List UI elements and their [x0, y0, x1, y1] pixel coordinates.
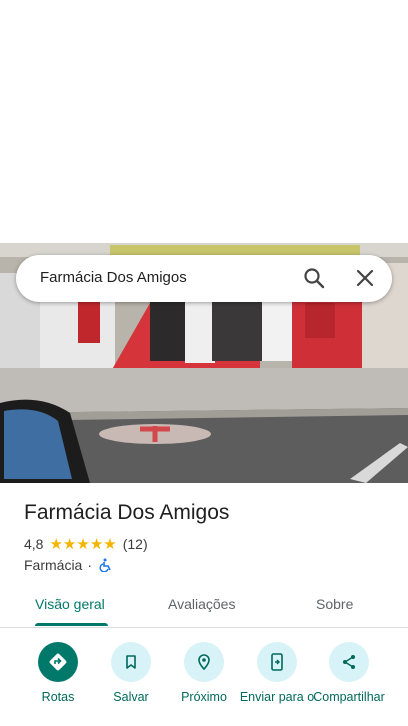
directions-icon [38, 642, 78, 682]
send-to-phone-label: Enviar para o [239, 690, 315, 704]
close-icon[interactable] [354, 267, 376, 289]
star-rating: ★ ★ ★ ★ ★ [49, 537, 116, 552]
review-count[interactable]: (12) [123, 536, 148, 552]
rating-row[interactable]: 4,8 ★ ★ ★ ★ ★ (12) [24, 536, 148, 552]
nearby-button[interactable]: Próximo [164, 642, 244, 705]
share-label: Compartilhar [313, 690, 385, 704]
active-tab-indicator [35, 623, 108, 626]
category-separator: · [87, 557, 93, 573]
search-bar[interactable]: Farmácia Dos Amigos [16, 255, 392, 302]
category-row: Farmácia · [24, 557, 112, 573]
tab-avaliacoes[interactable]: Avaliações [168, 596, 235, 612]
bookmark-icon [111, 642, 151, 682]
star-icon: ★ [76, 535, 90, 553]
star-icon: ★ [49, 535, 63, 553]
nearby-icon [184, 642, 224, 682]
wheelchair-accessible-icon [98, 558, 112, 573]
place-title: Farmácia Dos Amigos [24, 501, 230, 524]
search-input[interactable]: Farmácia Dos Amigos [40, 269, 187, 286]
star-icon: ★ [62, 535, 77, 553]
tab-visao-geral[interactable]: Visão geral [35, 596, 105, 612]
place-category: Farmácia [24, 557, 83, 573]
directions-button[interactable]: Rotas [18, 642, 98, 705]
nearby-label: Próximo [181, 690, 227, 704]
tab-bar: Visão geral Avaliações Sobre [0, 584, 408, 628]
save-label: Salvar [113, 690, 149, 704]
share-icon [329, 642, 369, 682]
send-to-phone-icon [257, 642, 297, 682]
share-button[interactable]: Compartilhar [309, 642, 389, 705]
directions-label: Rotas [41, 690, 75, 704]
rating-value: 4,8 [24, 536, 44, 552]
send-to-phone-button[interactable]: Enviar para o [237, 642, 317, 705]
save-button[interactable]: Salvar [91, 642, 171, 705]
star-icon: ★ [89, 535, 104, 553]
action-bar: Rotas Salvar Próximo Enviar para o Compa… [0, 640, 408, 726]
star-icon: ★ [103, 535, 117, 553]
search-icon[interactable] [303, 267, 325, 289]
tab-sobre[interactable]: Sobre [316, 596, 353, 612]
